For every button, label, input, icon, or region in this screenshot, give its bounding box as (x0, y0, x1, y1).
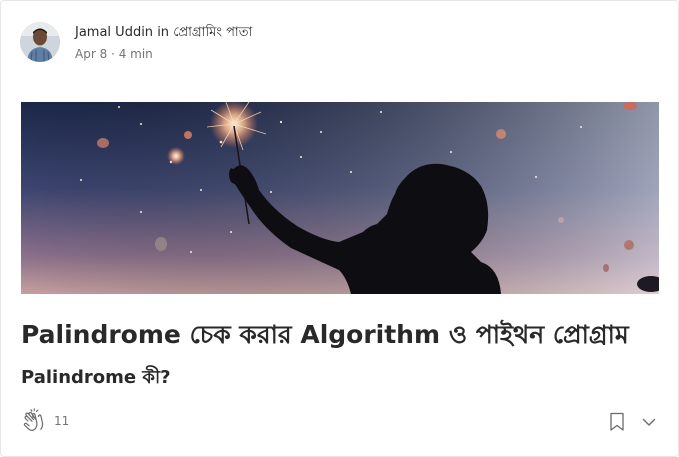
post-subtitle[interactable]: Palindrome কী? (21, 365, 661, 391)
author-avatar[interactable] (20, 22, 60, 62)
author-name[interactable]: Jamal Uddin (75, 25, 153, 40)
bookmark-icon[interactable] (608, 412, 626, 432)
post-meta: Jamal Uddin in প্রোগ্রামিং পাতা Apr 8 · … (75, 22, 252, 63)
cover-image[interactable] (21, 102, 659, 294)
read-time: 4 min (118, 47, 153, 61)
meta-separator: · (111, 47, 115, 61)
clap-count[interactable]: 11 (54, 414, 69, 428)
post-title[interactable]: Palindrome চেক করার Algorithm ও পাইথন প্… (21, 317, 661, 353)
post-date: Apr 8 (75, 47, 108, 61)
in-word: in (157, 25, 170, 40)
clap-icon[interactable] (21, 408, 47, 434)
publication-name[interactable]: প্রোগ্রামিং পাতা (173, 25, 252, 40)
post-actions: 11 (21, 407, 661, 437)
post-card: Jamal Uddin in প্রোগ্রামিং পাতা Apr 8 · … (0, 0, 679, 457)
chevron-down-icon[interactable] (640, 413, 658, 431)
author-row: Jamal Uddin in প্রোগ্রামিং পাতা Apr 8 · … (20, 22, 252, 66)
